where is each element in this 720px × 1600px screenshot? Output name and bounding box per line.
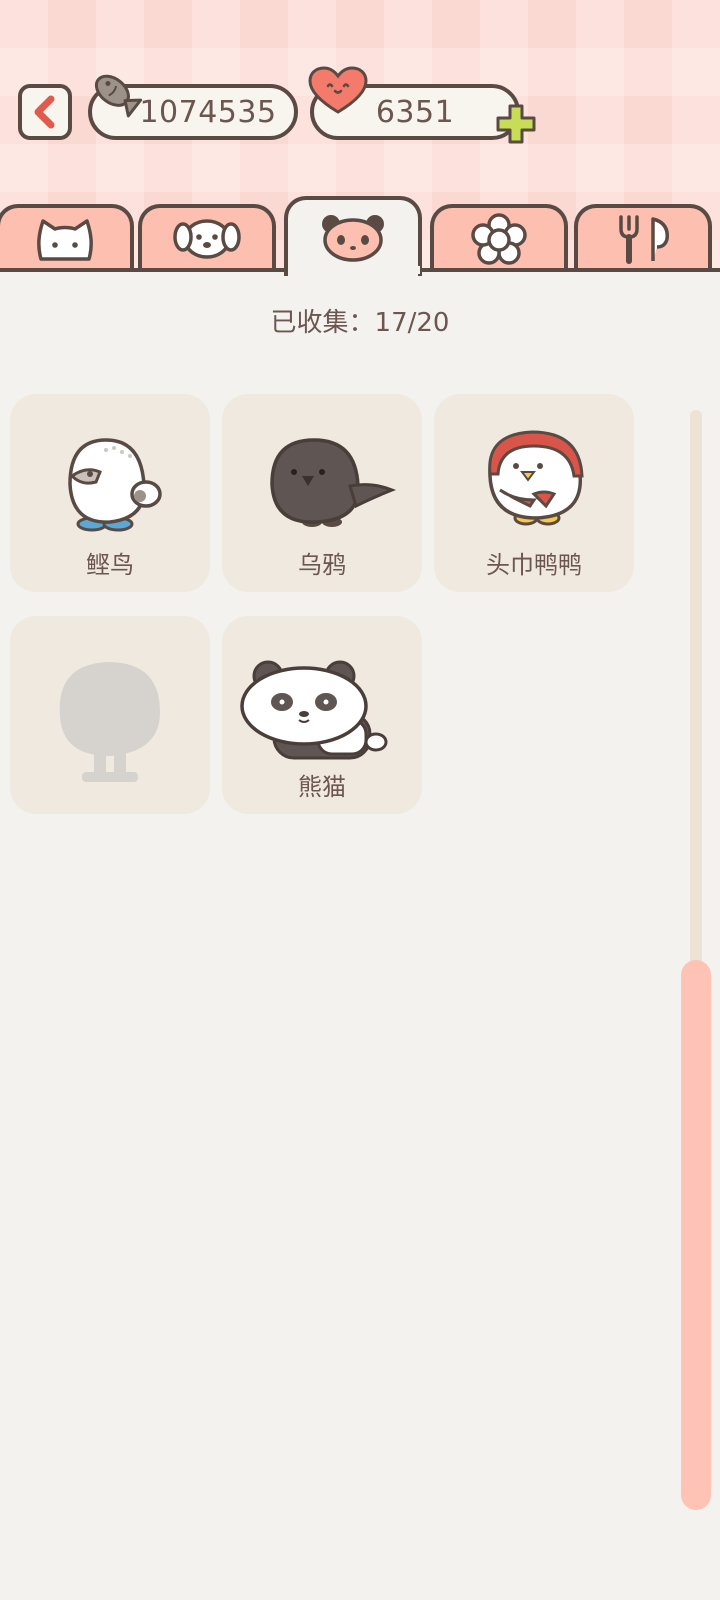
tab-rare-animals[interactable] xyxy=(284,196,422,276)
scrollbar-thumb[interactable] xyxy=(681,960,711,1510)
heart-icon xyxy=(308,66,368,114)
cat-face-icon xyxy=(37,219,93,261)
animal-name: 乌鸦 xyxy=(298,551,346,579)
flower-icon xyxy=(471,213,527,265)
animal-card-locked[interactable] xyxy=(10,616,210,814)
tab-cats[interactable] xyxy=(0,204,134,270)
animal-name: 熊猫 xyxy=(298,773,346,801)
panda-face-icon xyxy=(322,215,384,262)
fish-icon xyxy=(94,74,143,118)
animal-name: 鲣鸟 xyxy=(86,551,134,579)
tab-dogs[interactable] xyxy=(138,204,276,270)
add-currency-button[interactable] xyxy=(494,102,538,146)
fork-spoon-icon xyxy=(619,215,669,264)
animal-name: 头巾鸭鸭 xyxy=(486,551,582,579)
animal-card[interactable]: 乌鸦 xyxy=(222,394,422,592)
animal-card[interactable]: 鲣鸟 xyxy=(10,394,210,592)
dog-face-icon xyxy=(173,219,241,259)
locked-silhouette-icon xyxy=(59,662,160,782)
animal-card[interactable]: 头巾鸭鸭 xyxy=(434,394,634,592)
back-button[interactable] xyxy=(18,84,72,140)
heart-currency-value: 6351 xyxy=(375,94,455,130)
tab-food[interactable] xyxy=(574,204,712,270)
collection-progress: 已收集：17/20 xyxy=(270,308,450,338)
animal-card[interactable]: 熊猫 xyxy=(222,616,422,814)
tab-flowers[interactable] xyxy=(430,204,568,270)
back-arrow-icon xyxy=(34,95,55,129)
category-tabs xyxy=(0,196,720,276)
